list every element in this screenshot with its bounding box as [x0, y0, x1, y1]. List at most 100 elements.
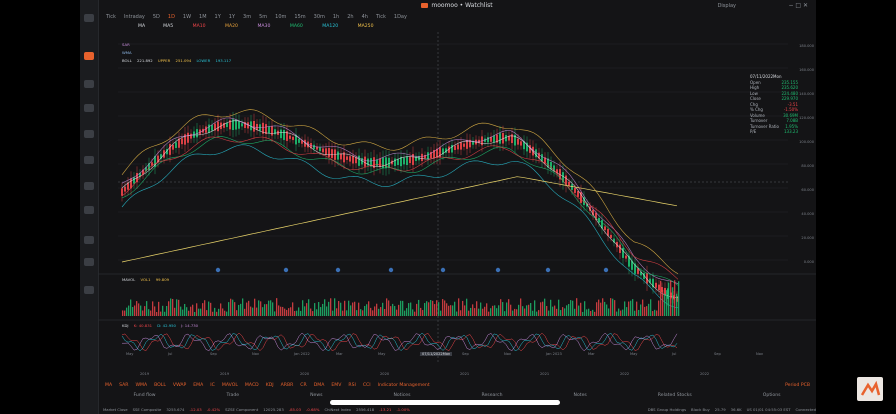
volume-bar: [456, 311, 458, 316]
indicator-tab[interactable]: ARBR: [281, 383, 294, 388]
volume-bar: [214, 307, 216, 316]
indicator-tab[interactable]: MA: [105, 383, 112, 388]
candle-body: [328, 148, 330, 158]
markets-icon[interactable]: [84, 52, 94, 60]
title-bar: moomoo • Watchlist Display − □ ✕: [98, 0, 816, 11]
period-tab[interactable]: 1Y: [215, 14, 221, 20]
ma-label: MA10: [192, 24, 208, 29]
volume-bar: [540, 302, 542, 316]
event-marker[interactable]: [495, 267, 501, 273]
nav-tab[interactable]: Related Stocks: [658, 393, 692, 402]
volume-bar: [430, 300, 432, 316]
indicator-tab[interactable]: BOLL: [154, 383, 166, 388]
period-tab[interactable]: 1Y: [229, 14, 235, 20]
nav-tab[interactable]: Trade: [227, 393, 240, 402]
volume-bar: [218, 308, 220, 316]
alerts-icon[interactable]: [84, 206, 94, 214]
volume-bar: [606, 304, 608, 316]
period-tab[interactable]: 30m: [314, 14, 325, 20]
nav-tab[interactable]: Notes: [574, 393, 587, 402]
news-icon[interactable]: [84, 80, 94, 88]
volume-bar: [350, 305, 352, 316]
nav-tab[interactable]: News: [310, 393, 322, 402]
event-marker[interactable]: [335, 267, 341, 273]
indicator-tab[interactable]: VWAP: [173, 383, 186, 388]
volume-bar: [248, 300, 250, 316]
period-tab[interactable]: 1M: [199, 14, 207, 20]
event-marker[interactable]: [545, 267, 551, 273]
volume-bar: [222, 308, 224, 316]
candle-body: [655, 282, 657, 288]
window-controls[interactable]: − □ ✕: [788, 2, 808, 9]
candle-body: [460, 142, 462, 150]
indicator-tab[interactable]: KDJ: [266, 383, 274, 388]
period-tab[interactable]: 1D: [168, 14, 175, 20]
indicator-tab[interactable]: EMV: [331, 383, 341, 388]
volume-bar: [642, 299, 644, 316]
period-tab[interactable]: Tick: [376, 14, 386, 20]
volume-bar: [512, 310, 514, 316]
period-tab[interactable]: Tick: [106, 14, 116, 20]
portfolio-icon[interactable]: [84, 130, 94, 138]
indicator-tab[interactable]: CR: [300, 383, 306, 388]
indicator-tab[interactable]: WMA: [135, 383, 147, 388]
volume-bar: [504, 311, 506, 316]
indicator-tab[interactable]: EMA: [193, 383, 203, 388]
indicator-tab[interactable]: IC: [210, 383, 215, 388]
community-icon[interactable]: [84, 236, 94, 244]
indicator-tab[interactable]: RSI: [348, 383, 355, 388]
x-tick-label: Nov: [252, 352, 260, 356]
volume-bar: [216, 311, 218, 316]
event-marker[interactable]: [388, 267, 394, 273]
learn-icon[interactable]: [84, 258, 94, 266]
period-tab[interactable]: 1W: [183, 14, 191, 20]
event-marker[interactable]: [215, 267, 221, 273]
period-tab[interactable]: 5m: [259, 14, 267, 20]
period-tab[interactable]: 4h: [362, 14, 368, 20]
indicator-tab[interactable]: MACD: [245, 383, 259, 388]
index-quote: SZSE Component: [225, 406, 259, 412]
volume-bar: [652, 311, 654, 316]
period-tab[interactable]: 10m: [275, 14, 286, 20]
period-tab[interactable]: 15m: [294, 14, 305, 20]
indicator-tab[interactable]: SAR: [119, 383, 128, 388]
watchlist-icon[interactable]: [84, 14, 94, 22]
indicator-tab[interactable]: DMA: [314, 383, 325, 388]
period-tab[interactable]: 5D: [153, 14, 160, 20]
nav-tab[interactable]: Fund flow: [133, 393, 155, 402]
indicator-tab[interactable]: MAVOL: [222, 383, 238, 388]
volume-bar: [268, 300, 270, 316]
period-tab[interactable]: 3m: [243, 14, 251, 20]
period-button[interactable]: Period PCB: [785, 383, 810, 388]
event-marker[interactable]: [440, 267, 446, 273]
period-tab[interactable]: 1Day: [394, 14, 407, 20]
chart-area[interactable]: SAR WMA BOLL 221.892 UPPER 251.094 LOWER…: [98, 32, 816, 378]
screener-icon[interactable]: [84, 104, 94, 112]
nav-tab[interactable]: Options: [763, 393, 781, 402]
more-icon[interactable]: [84, 286, 94, 294]
volume-bar: [266, 304, 268, 316]
event-marker[interactable]: [603, 267, 609, 273]
volume-bar: [618, 308, 620, 316]
candle-body: [511, 134, 513, 144]
volume-bar: [236, 310, 238, 316]
volume-bar: [232, 299, 234, 316]
display-button[interactable]: Display: [718, 3, 736, 9]
candle-body: [610, 234, 612, 238]
status-right-item: 36.6K: [730, 406, 742, 412]
period-tab[interactable]: 1h: [333, 14, 339, 20]
price-chart[interactable]: [98, 32, 816, 378]
volume-bar: [132, 306, 134, 316]
volume-bar: [176, 299, 178, 316]
indicator-tab[interactable]: Indicator Management: [378, 383, 430, 388]
volume-bar: [518, 304, 520, 316]
period-tab[interactable]: Intraday: [124, 14, 145, 20]
period-tab[interactable]: 2h: [347, 14, 353, 20]
indicator-tab[interactable]: CCI: [363, 383, 371, 388]
volume-bar: [554, 305, 556, 316]
calendar-icon[interactable]: [84, 182, 94, 190]
volume-bar: [142, 310, 144, 316]
event-marker[interactable]: [283, 267, 289, 273]
trade-icon[interactable]: [84, 156, 94, 164]
year-tick-label: 2022: [700, 372, 710, 376]
